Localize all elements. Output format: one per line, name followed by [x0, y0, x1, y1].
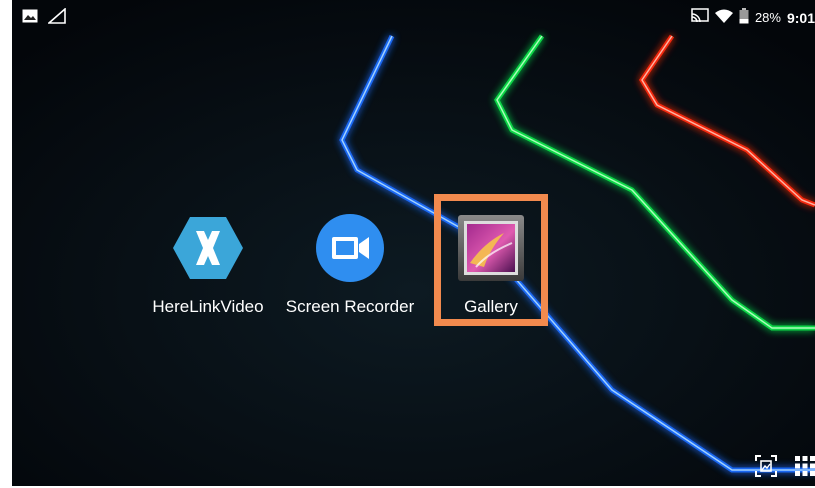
wifi-icon: [714, 9, 733, 26]
xamarin-x-icon: [173, 213, 243, 283]
app-label: HereLinkVideo: [152, 297, 264, 316]
home-screen: 28% 9:01 HereLinkVideo Screen Recorder G…: [12, 0, 815, 486]
app-screen-recorder[interactable]: Screen Recorder: [280, 213, 420, 317]
bottom-bar: [755, 455, 815, 482]
clock: 9:01: [786, 9, 815, 26]
cast-icon: [691, 8, 709, 27]
app-label: Screen Recorder: [285, 297, 415, 316]
signal-empty-icon: [46, 7, 66, 27]
battery-percentage: 28%: [754, 10, 781, 25]
video-camera-icon: [315, 213, 385, 283]
app-drawer-grid-icon[interactable]: [795, 456, 815, 481]
app-herelinkvideo[interactable]: HereLinkVideo: [138, 213, 278, 317]
status-bar: 28% 9:01: [12, 0, 815, 36]
screenshot-icon[interactable]: [755, 455, 777, 482]
battery-icon: [739, 8, 749, 27]
image-icon: [22, 9, 38, 26]
highlight-box: [434, 194, 548, 326]
